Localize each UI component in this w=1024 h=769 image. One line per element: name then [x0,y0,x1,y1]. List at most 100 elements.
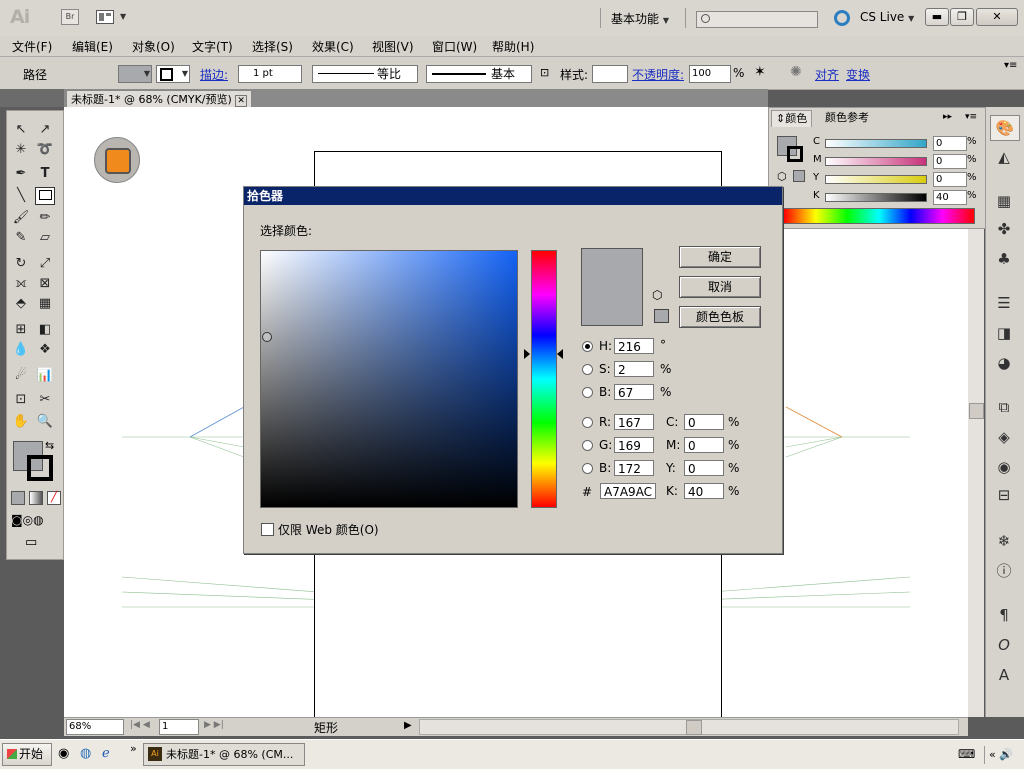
artboards-icon[interactable]: ⊟ [990,483,1018,507]
brushes-icon[interactable]: ✤ [990,217,1018,241]
magic-wand-tool-icon[interactable]: ✳ [11,141,31,159]
bridge-button[interactable]: Br [61,9,79,25]
screen-mode-icon[interactable]: ▭ [25,535,37,550]
yellow-field[interactable]: 0 [684,460,724,476]
color-guide-icon[interactable]: ◭ [990,145,1018,169]
gradient-tool-icon[interactable]: ◧ [35,321,55,339]
slider-k[interactable] [825,193,927,202]
line-tool-icon[interactable]: ╲ [11,187,31,205]
blue-radio[interactable] [582,463,593,474]
ok-button[interactable]: 确定 [679,246,761,268]
perspective-grid-tool-icon[interactable]: ▦ [35,295,55,313]
color-spectrum-bar[interactable] [783,208,975,224]
tray-area[interactable]: « 🔊 [984,746,1024,764]
hue-slider-left-arrow-icon[interactable] [524,349,530,359]
transform-link[interactable]: 变换 [846,66,870,83]
artboard-number-field[interactable]: 1 [159,719,199,735]
green-field[interactable]: 169 [614,437,654,453]
mesh-tool-icon[interactable]: ⊞ [11,321,31,339]
variable-width-profile[interactable]: 等比 [312,65,418,83]
stroke-icon[interactable]: ☰ [990,291,1018,315]
saturation-radio[interactable] [582,364,593,375]
scale-tool-icon[interactable]: ⤢ [35,255,55,273]
perspective-widget[interactable] [94,137,140,183]
slider-m-value[interactable]: 0 [933,154,967,169]
minimize-button[interactable]: ▬ [925,8,949,26]
hand-tool-icon[interactable]: ✋ [11,413,31,431]
artboard-tool-icon[interactable]: ⊡ [11,391,31,409]
gamut-correction-swatch[interactable] [654,309,669,323]
draw-mode-icons[interactable]: ◙◎◍ [11,513,44,527]
slice-tool-icon[interactable]: ✂ [35,391,55,409]
menu-effect[interactable]: 效果(C) [312,38,354,55]
brightness-field[interactable]: 67 [614,384,654,400]
none-mode-icon[interactable]: ╱ [47,491,61,505]
slider-c-value[interactable]: 0 [933,136,967,151]
column-graph-tool-icon[interactable]: 📊 [35,367,55,385]
quicklaunch-more-icon[interactable]: » [130,742,137,755]
menu-edit[interactable]: 编辑(E) [72,38,113,55]
hex-field[interactable]: A7A9AC [600,483,656,499]
horizontal-scrollbar[interactable] [419,719,959,735]
selection-tool-icon[interactable]: ↖ [11,121,31,139]
document-tab[interactable]: 未标题-1* @ 68% (CMYK/预览) ✕ [66,90,252,108]
pencil-tool-icon[interactable]: ✏ [35,209,55,227]
brush-definition[interactable]: 基本 [426,65,532,83]
slider-k-value[interactable]: 40 [933,190,967,205]
cs-live-menu[interactable]: CS Live ▼ [860,10,914,24]
gradient-mode-icon[interactable] [29,491,43,505]
close-tab-icon[interactable]: ✕ [235,95,247,107]
hue-slider[interactable] [531,250,557,508]
type-tool-icon[interactable]: T [35,165,55,183]
color-mode-icon[interactable] [11,491,25,505]
chevron-down-icon[interactable]: ▼ [120,12,126,21]
slider-y-value[interactable]: 0 [933,172,967,187]
fill-color-dropdown[interactable]: ▼ [118,65,152,83]
gamut-swatch[interactable] [793,170,805,182]
browser-icon[interactable]: ◍ [80,746,91,761]
shape-builder-tool-icon[interactable]: ⬘ [11,295,31,313]
menu-type[interactable]: 文字(T) [192,38,233,55]
menu-view[interactable]: 视图(V) [372,38,414,55]
symbols-icon[interactable]: ♣ [990,247,1018,271]
blob-brush-tool-icon[interactable]: ✎ [11,229,31,247]
opentype-icon[interactable]: O [990,633,1018,657]
color-swatches-button[interactable]: 颜色色板 [679,306,761,328]
lasso-tool-icon[interactable]: ➰ [35,141,55,159]
red-field[interactable]: 167 [614,414,654,430]
chrome-icon[interactable]: ◉ [58,746,69,761]
menu-object[interactable]: 对象(O) [132,38,175,55]
red-radio[interactable] [582,417,593,428]
hue-field[interactable]: 216 [614,338,654,354]
symbol-sprayer-tool-icon[interactable]: ☄ [11,367,31,385]
stroke-swatch[interactable] [27,455,53,481]
saturation-brightness-field[interactable] [260,250,518,508]
artboard-nav-prev-icon[interactable]: |◀ ◀ [130,720,150,730]
green-radio[interactable] [582,440,593,451]
status-menu-icon[interactable]: ▶ [404,720,412,731]
stroke-color-dropdown[interactable]: ▼ [156,65,190,83]
paintbrush-tool-icon[interactable]: 🖌 [11,209,31,227]
stroke-weight-field[interactable]: 1 pt [238,65,302,83]
artboard-nav-next-icon[interactable]: ▶ ▶| [204,720,224,730]
control-panel-menu-icon[interactable]: ▾≡ [1004,60,1017,71]
transparency-icon[interactable]: ◕ [990,351,1018,375]
swap-colors-icon[interactable]: ⇆ [45,439,54,452]
panel-collapse-icon[interactable]: ▸▸ [943,112,952,122]
ie-icon[interactable]: ℯ [102,746,110,761]
eyedropper-tool-icon[interactable]: 💧 [11,341,31,359]
hue-slider-right-arrow-icon[interactable] [557,349,563,359]
info-icon[interactable]: ⓘ [990,559,1018,583]
navigator-icon[interactable]: ❄ [990,529,1018,553]
zoom-field[interactable]: 68% [66,719,124,735]
free-transform-tool-icon[interactable]: ⊠ [35,275,55,293]
rectangle-tool-icon[interactable] [35,187,55,205]
workspace-switcher[interactable]: 基本功能 ▼ [611,10,669,27]
paragraph-icon[interactable]: ¶ [990,603,1018,627]
slider-y[interactable] [825,175,927,184]
gradient-icon[interactable]: ◨ [990,321,1018,345]
panel-stroke-swatch[interactable] [787,146,803,162]
width-tool-icon[interactable]: ⟗ [11,275,31,293]
opacity-link[interactable]: 不透明度: [632,66,684,83]
search-input[interactable] [696,11,818,28]
